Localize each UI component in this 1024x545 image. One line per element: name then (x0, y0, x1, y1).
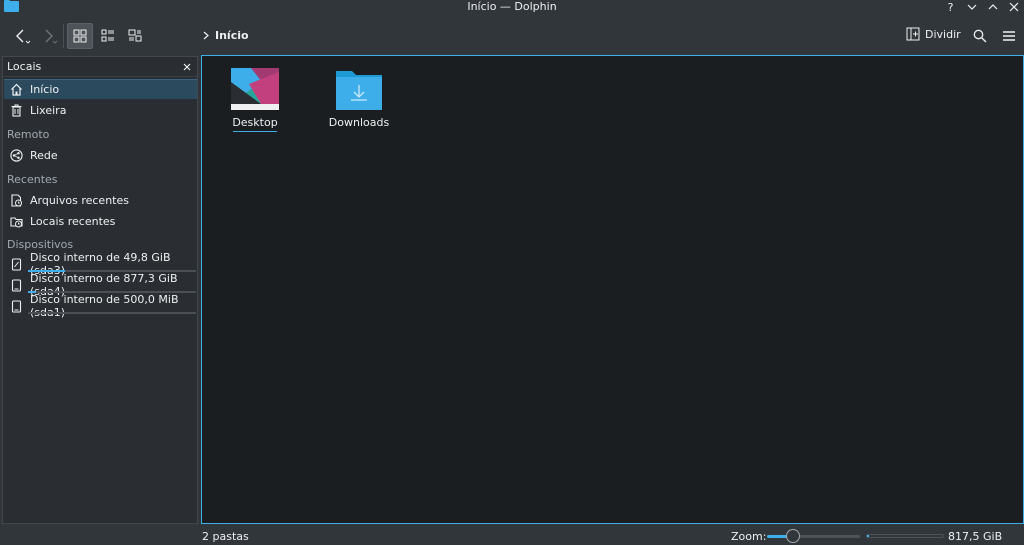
forward-button[interactable] (37, 23, 61, 49)
place-item-recent-places[interactable]: Locais recentes (4, 211, 197, 231)
hamburger-menu-button[interactable] (999, 23, 1019, 49)
close-window-icon[interactable] (1007, 0, 1020, 14)
place-item-trash[interactable]: Lixeira (4, 100, 197, 120)
free-space-label: 817,5 GiB livres (948, 530, 1003, 545)
file-item-downloads[interactable]: Downloads (319, 68, 399, 129)
search-button[interactable] (970, 23, 990, 49)
focus-underline (233, 131, 277, 132)
details-view-icon (128, 29, 142, 42)
group-title-devices: Dispositivos (7, 238, 74, 251)
window-buttons: ? (944, 0, 1020, 14)
main-toolbar: Início Dividir (0, 20, 1024, 52)
chevron-right-icon (203, 31, 209, 40)
file-name: Desktop (232, 116, 278, 129)
home-icon (10, 83, 23, 96)
forward-arrow-icon (45, 29, 58, 44)
compact-view-button[interactable] (96, 23, 120, 49)
drive-icon (10, 299, 23, 313)
close-panel-icon[interactable] (183, 63, 191, 71)
split-button[interactable]: Dividir (906, 27, 961, 41)
places-title: Locais (7, 60, 42, 73)
item-count: 2 pastas (202, 530, 249, 543)
file-view[interactable]: Desktop Downloads (201, 55, 1024, 524)
place-label: Arquivos recentes (30, 193, 129, 207)
zoom-label: Zoom: (731, 530, 767, 543)
desktop-folder-icon (231, 68, 279, 110)
split-view-icon (906, 27, 920, 41)
place-item-home[interactable]: Início (4, 79, 197, 99)
help-icon[interactable]: ? (944, 0, 957, 14)
back-button[interactable] (10, 23, 34, 49)
minimize-icon[interactable] (965, 0, 978, 14)
breadcrumb[interactable]: Início (203, 29, 249, 42)
zoom-slider-handle[interactable] (786, 529, 800, 543)
compact-view-icon (101, 29, 114, 42)
place-label: Lixeira (30, 103, 67, 117)
recent-places-icon (10, 215, 23, 228)
place-label: Disco interno de 500,0 MiB (sda1) (30, 293, 179, 319)
free-space-bar[interactable] (866, 534, 944, 538)
place-label: Rede (30, 148, 58, 162)
places-panel: Locais Início Lixeira Remoto Rede Recent… (2, 56, 198, 524)
search-icon (973, 29, 987, 43)
maximize-icon[interactable] (986, 0, 999, 14)
title-bar: Início — Dolphin ? (0, 0, 1024, 14)
toolbar-separator (63, 24, 64, 48)
drive-icon (10, 278, 23, 292)
group-title-recent: Recentes (7, 173, 58, 186)
icons-view-icon (73, 29, 87, 43)
recent-files-icon (10, 193, 23, 207)
file-item-desktop[interactable]: Desktop (215, 68, 295, 132)
back-arrow-icon (16, 29, 31, 44)
breadcrumb-home[interactable]: Início (215, 29, 249, 42)
drive-icon (10, 257, 23, 271)
split-label: Dividir (925, 27, 961, 41)
downloads-folder-icon (336, 71, 382, 110)
places-header: Locais (3, 57, 197, 77)
file-name: Downloads (328, 116, 390, 129)
place-label: Locais recentes (30, 214, 116, 228)
icons-view-button[interactable] (67, 23, 93, 49)
group-title-remote: Remoto (7, 128, 50, 141)
disk-usage-bar (28, 312, 196, 314)
network-icon (10, 148, 23, 162)
status-bar: 2 pastas Zoom: 817,5 GiB livres (0, 527, 1024, 545)
place-item-recent-files[interactable]: Arquivos recentes (4, 190, 197, 210)
place-item-network[interactable]: Rede (4, 145, 197, 165)
window-title: Início — Dolphin (467, 0, 557, 13)
hamburger-menu-icon (1003, 31, 1015, 41)
trash-icon (10, 103, 23, 117)
place-label: Início (30, 83, 60, 96)
details-view-button[interactable] (123, 23, 147, 49)
